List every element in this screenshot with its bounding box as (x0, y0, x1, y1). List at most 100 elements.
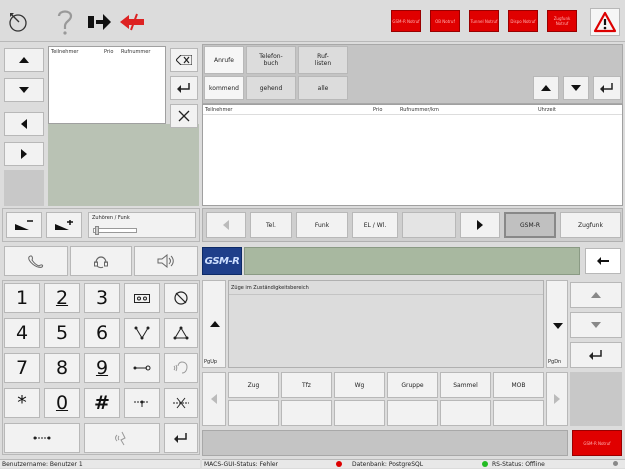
filter-funk-button[interactable]: Funk (296, 212, 348, 238)
zugfunk-emergency-button[interactable]: Zugfunk Notruf (547, 10, 577, 32)
tab-outgoing[interactable]: gehend (246, 76, 296, 100)
connect-button[interactable] (4, 423, 80, 453)
calls-header-number: Rufnummer/km (400, 107, 439, 113)
category-left-button[interactable] (202, 372, 226, 426)
key-9[interactable]: 9 (84, 353, 120, 383)
speaker-icon (157, 254, 174, 268)
disconnect-button[interactable] (164, 388, 198, 418)
key-hash[interactable]: # (84, 388, 120, 418)
key-4[interactable]: 4 (4, 318, 40, 348)
category-wg-button[interactable]: Wg (334, 372, 385, 398)
scroll-right-button[interactable] (4, 142, 44, 166)
gsmr-input-field[interactable] (244, 247, 580, 275)
dispo-emergency-button[interactable]: Dispo Notruf (508, 10, 538, 32)
calls-header-prio: Prio (373, 107, 383, 113)
filter-left-button[interactable] (206, 212, 246, 238)
status-rs: RS-Status: Offline (492, 461, 545, 468)
gsmr-back-button[interactable] (585, 248, 621, 274)
close-button-left[interactable] (170, 104, 198, 128)
handset-button[interactable] (4, 246, 68, 276)
filter-zugfunk-button[interactable]: Zugfunk (560, 212, 621, 238)
category-slot-3[interactable] (334, 400, 385, 426)
record-button[interactable] (124, 283, 160, 313)
status-db: Datenbank: PostgreSQL (350, 459, 490, 468)
tab-all[interactable]: alle (298, 76, 348, 100)
category-sammel-button[interactable]: Sammel (440, 372, 491, 398)
category-slot-1[interactable] (228, 400, 279, 426)
hold-transfer-button[interactable] (124, 388, 160, 418)
conference-button[interactable] (124, 318, 160, 348)
delete-button[interactable] (170, 48, 198, 72)
help-icon[interactable] (54, 8, 76, 36)
category-mob-button[interactable]: MOB (493, 372, 544, 398)
block-button[interactable] (164, 283, 198, 313)
forward-arrow-icon[interactable] (86, 10, 112, 34)
calls-enter-button[interactable] (593, 76, 621, 100)
hold-transfer-icon (134, 400, 149, 407)
category-slot-2[interactable] (281, 400, 332, 426)
scroll-left-button[interactable] (4, 112, 44, 136)
calls-down-button[interactable] (563, 76, 589, 100)
scroll-up-button[interactable] (4, 48, 44, 72)
calls-header-participant: Teilnehmer (205, 107, 233, 113)
filter-tel-button[interactable]: Tel. (250, 212, 292, 238)
tab-incoming[interactable]: kommend (204, 76, 244, 100)
category-right-button[interactable] (546, 372, 568, 426)
listen-button[interactable] (164, 353, 198, 383)
trains-pgdn-button[interactable]: PgDn (546, 280, 568, 368)
key-8[interactable]: 8 (44, 353, 80, 383)
volume-up-button[interactable] (46, 212, 82, 238)
group-call-button[interactable] (164, 318, 198, 348)
category-gruppe-button[interactable]: Gruppe (387, 372, 438, 398)
participants-list[interactable]: Teilnehmer Prio Rufnummer (48, 46, 166, 124)
category-slot-4[interactable] (387, 400, 438, 426)
calls-table[interactable]: Teilnehmer Prio Rufnummer/km Uhrzeit (202, 104, 623, 206)
speaker-button[interactable] (134, 246, 198, 276)
redirect-cancel-icon[interactable] (117, 12, 147, 32)
scroll-down-button[interactable] (4, 78, 44, 102)
filter-el-button[interactable]: EL / Wl. (352, 212, 398, 238)
key-6[interactable]: 6 (84, 318, 120, 348)
gsmr-logo: GSM-R (202, 247, 242, 275)
category-slot-6[interactable] (493, 400, 544, 426)
disconnect-icon (173, 397, 189, 409)
hangup-dial-icon[interactable] (6, 10, 32, 34)
warning-button[interactable] (590, 8, 620, 36)
key-star[interactable]: * (4, 388, 40, 418)
category-tfz-button[interactable]: Tfz (281, 372, 332, 398)
key-0[interactable]: 0 (44, 388, 80, 418)
ob-emergency-button[interactable]: OB Notruf (430, 10, 460, 32)
trains-up-button[interactable] (570, 282, 622, 308)
calls-up-button[interactable] (533, 76, 559, 100)
ear-icon (173, 361, 188, 374)
handset-icon (28, 255, 44, 268)
participants-header-prio: Prio (104, 49, 114, 55)
key-5[interactable]: 5 (44, 318, 80, 348)
gsmr-emergency-bottom-button[interactable]: GSM-R Notruf (572, 430, 622, 456)
filter-right-button[interactable] (460, 212, 500, 238)
trains-pgup-button[interactable]: PgUp (202, 280, 226, 368)
enter-button-keypad[interactable] (164, 423, 198, 453)
key-2[interactable]: 2 (44, 283, 80, 313)
enter-button-left[interactable] (170, 76, 198, 100)
trains-enter-button[interactable] (570, 342, 622, 368)
category-slot-5[interactable] (440, 400, 491, 426)
category-zug-button[interactable]: Zug (228, 372, 279, 398)
trains-down-button[interactable] (570, 312, 622, 338)
headset-button[interactable] (70, 246, 132, 276)
volume-slider-track[interactable] (93, 228, 137, 233)
filter-gsmr-button[interactable]: GSM-R (504, 212, 556, 238)
key-3[interactable]: 3 (84, 283, 120, 313)
radio-call-button[interactable] (84, 423, 160, 453)
transfer-button[interactable] (124, 353, 160, 383)
key-7[interactable]: 7 (4, 353, 40, 383)
tunnel-emergency-button[interactable]: Tunnel Notruf (469, 10, 499, 32)
volume-down-button[interactable] (6, 212, 42, 238)
volume-slider-thumb[interactable] (95, 226, 99, 235)
key-1[interactable]: 1 (4, 283, 40, 313)
trains-list-panel[interactable]: Züge im Zuständigkeitsbereich (228, 280, 544, 368)
tab-calls[interactable]: Anrufe (204, 46, 244, 74)
tab-phonebook[interactable]: Telefon- buch (246, 46, 296, 74)
gsmr-emergency-button[interactable]: GSM-R Notruf (391, 10, 421, 32)
tab-call-lists[interactable]: Ruf- listen (298, 46, 348, 74)
